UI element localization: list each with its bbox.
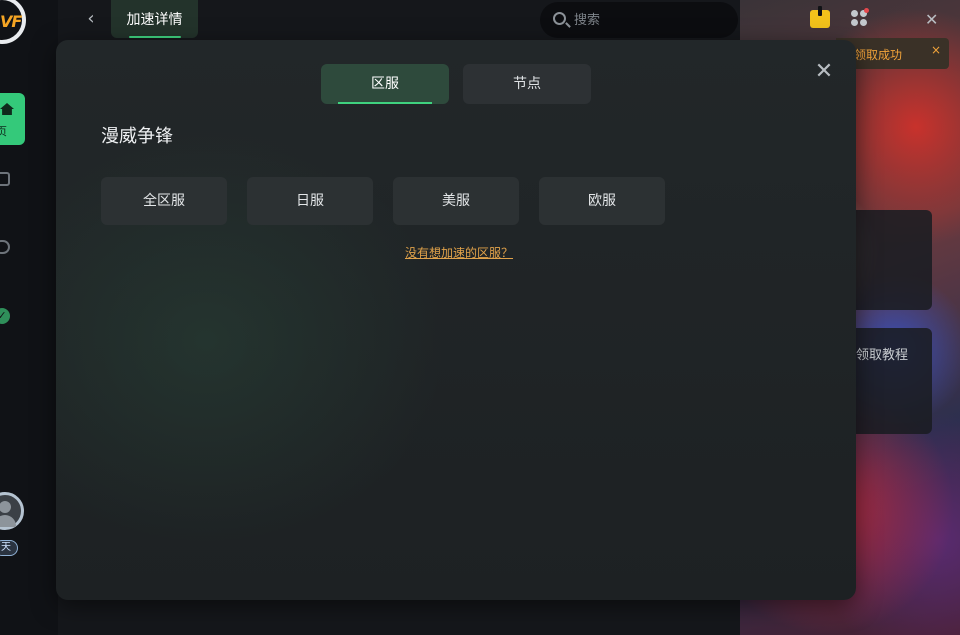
- notification-dot: [864, 8, 869, 13]
- search-input[interactable]: [574, 10, 724, 30]
- segment-node[interactable]: 节点: [463, 64, 591, 104]
- window-close-icon[interactable]: ✕: [925, 10, 938, 29]
- logo-mark: VF: [0, 12, 22, 31]
- gamepad-icon[interactable]: [0, 240, 10, 254]
- monitor-icon[interactable]: [0, 172, 10, 186]
- sidebar-item-home-label: 页: [0, 125, 7, 138]
- acceleration-detail-modal: ✕ 区服 节点 漫威争锋 全区服 日服 美服 欧服 没有想加速的区服？: [56, 40, 856, 600]
- segment-server[interactable]: 区服: [321, 64, 449, 104]
- avatar-body: [0, 515, 16, 527]
- gift-icon[interactable]: [810, 6, 830, 28]
- back-button[interactable]: ‹: [80, 6, 102, 32]
- check-icon[interactable]: ✓: [0, 308, 10, 324]
- region-option-japan[interactable]: 日服: [247, 177, 373, 225]
- apps-icon[interactable]: [851, 8, 869, 28]
- avatar-head: [0, 501, 11, 513]
- toast-close-icon[interactable]: ×: [931, 43, 941, 57]
- search-icon: [553, 12, 566, 25]
- toast-text: 领取成功: [854, 48, 903, 62]
- app-logo: VF: [0, 0, 26, 44]
- vip-days-badge: 天: [0, 540, 18, 556]
- modal-close-icon[interactable]: ✕: [812, 60, 836, 84]
- game-title: 漫威争锋: [101, 126, 173, 147]
- avatar[interactable]: [0, 492, 24, 530]
- region-option-eu[interactable]: 欧服: [539, 177, 665, 225]
- search-box[interactable]: [540, 2, 738, 38]
- region-option-all[interactable]: 全区服: [101, 177, 227, 225]
- home-icon: [0, 103, 14, 115]
- region-option-us[interactable]: 美服: [393, 177, 519, 225]
- background-card-text: 领取教程: [856, 348, 909, 363]
- sidebar-item-home[interactable]: 页: [0, 93, 25, 145]
- missing-region-link[interactable]: 没有想加速的区服？: [405, 244, 513, 261]
- tab-acceleration-detail[interactable]: 加速详情: [111, 0, 198, 38]
- sidebar: VF 页 ✓ 天: [0, 0, 58, 635]
